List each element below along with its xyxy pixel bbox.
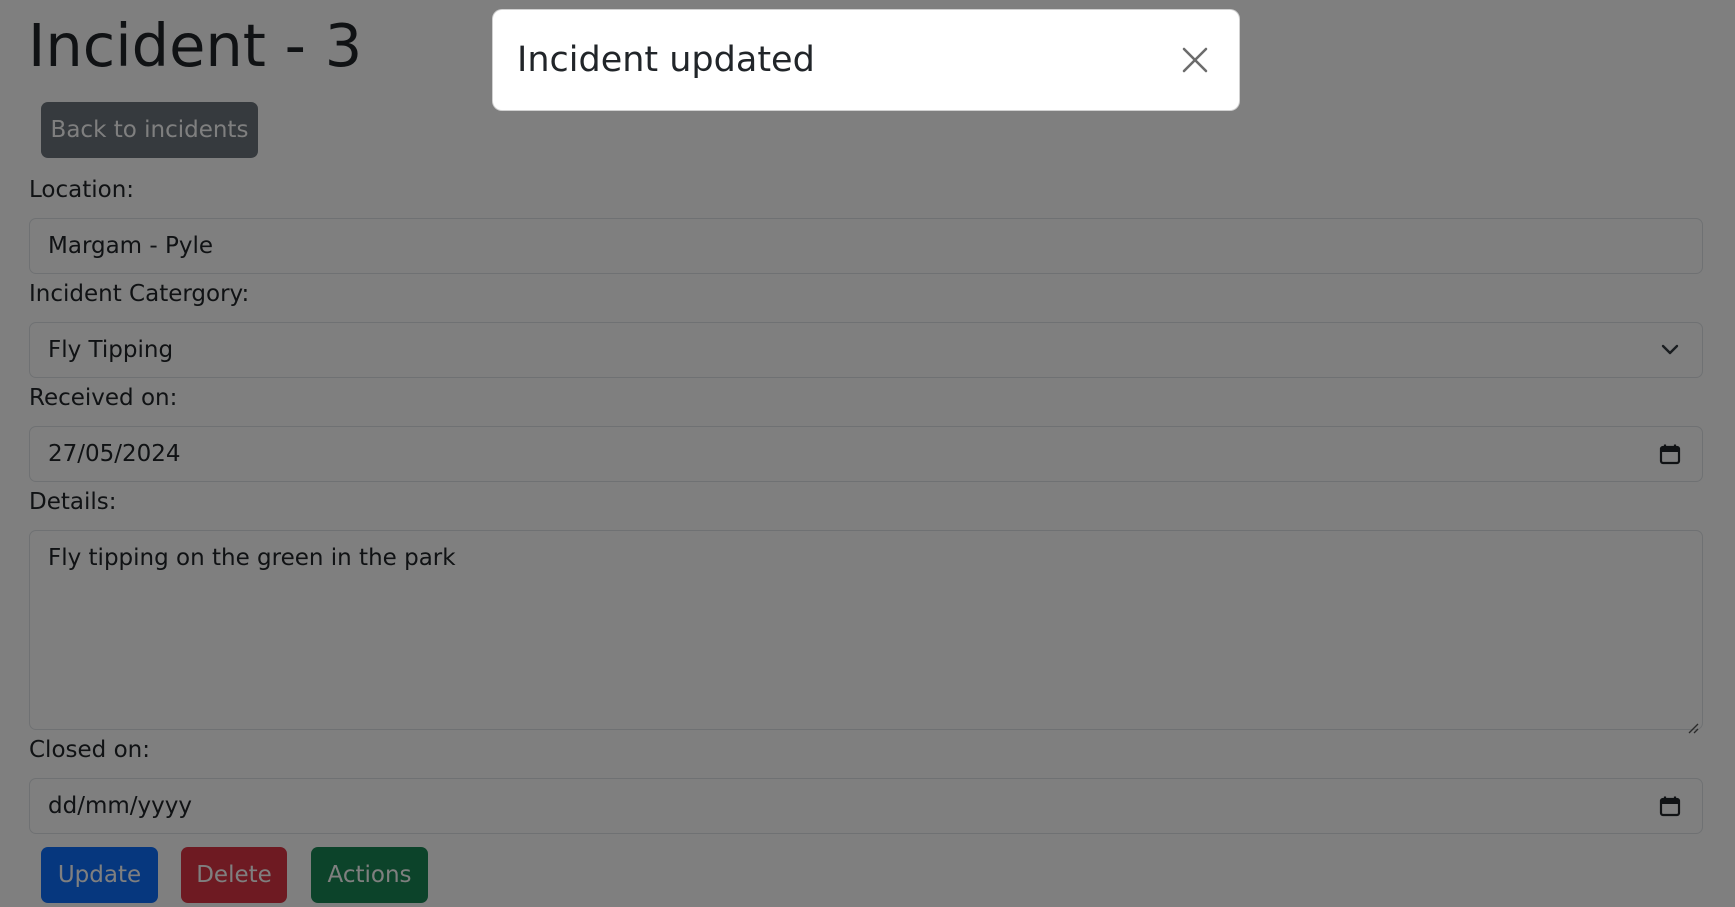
modal-backdrop[interactable] [0, 0, 1735, 907]
close-icon[interactable] [1175, 40, 1215, 80]
modal-title: Incident updated [517, 40, 815, 80]
incident-updated-modal: Incident updated [492, 9, 1240, 111]
